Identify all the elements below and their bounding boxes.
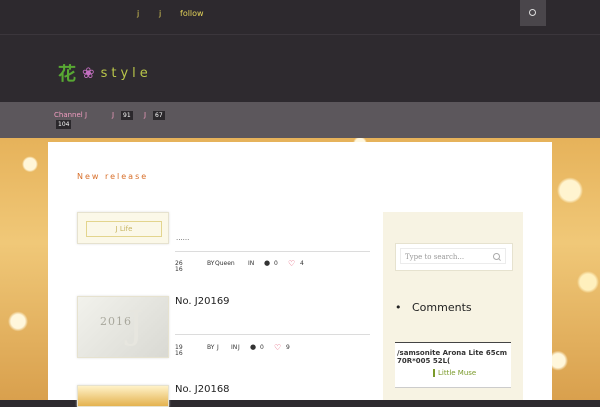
comment-icon: ● (250, 343, 257, 351)
post-category[interactable]: J (238, 344, 240, 351)
comment-icon: ● (264, 259, 271, 267)
thumbnail-label: J Life (86, 221, 162, 237)
comment-author[interactable]: Little Muse (433, 369, 476, 377)
section-title: New release (77, 172, 149, 181)
post-title[interactable]: No. J20168 (175, 384, 230, 395)
top-link-2[interactable]: j (159, 9, 161, 18)
in-label: IN (248, 260, 255, 267)
site-logo[interactable]: 花 ❀ style (58, 60, 152, 86)
nav-item-j-1[interactable]: J (112, 111, 114, 119)
heart-icon[interactable]: ♡ (274, 343, 281, 352)
logo-kanji: 花 (58, 64, 76, 85)
post-thumbnail[interactable] (77, 385, 169, 407)
post-author[interactable]: Queen (215, 260, 235, 267)
nav-badge-3: 104 (56, 120, 72, 129)
search-input[interactable]: Type to search... (400, 248, 506, 264)
comments-heading: • Comments (395, 301, 472, 314)
post-date-year: 16 (175, 350, 183, 357)
heart-icon[interactable]: ♡ (288, 259, 295, 268)
search-icon[interactable] (493, 253, 500, 260)
thumbnail-year: 2016 (100, 315, 132, 328)
follow-link[interactable]: follow (180, 9, 204, 18)
post-title[interactable]: ...... (176, 234, 189, 242)
search-widget: Type to search... (395, 243, 513, 271)
like-count: 4 (300, 260, 304, 267)
comment-text[interactable]: /samsonite Arona Lite 65cm 70R*005 52L( (397, 349, 509, 365)
top-bar: j j follow (0, 0, 600, 35)
nav-badge-2: 67 (153, 111, 165, 120)
search-toggle-button[interactable] (520, 0, 546, 26)
post-thumbnail[interactable]: J 2016 (77, 296, 169, 358)
nav-badge-1: 91 (121, 111, 133, 120)
nav-item-j-2[interactable]: J (144, 111, 146, 119)
search-icon (529, 9, 536, 16)
nav-item-channel-j[interactable]: Channel J (54, 111, 87, 119)
comment-count[interactable]: 0 (274, 260, 278, 267)
by-label: BY (207, 344, 215, 351)
post-thumbnail[interactable]: J Life (77, 212, 169, 244)
post-author[interactable]: J (217, 344, 219, 351)
comment-count[interactable]: 0 (260, 344, 264, 351)
like-count: 9 (286, 344, 290, 351)
logo-text: style (100, 65, 152, 81)
in-label: IN (231, 344, 238, 351)
divider (175, 251, 370, 252)
comments-title: Comments (411, 301, 472, 314)
flower-icon: ❀ (82, 64, 95, 82)
post-date-year: 16 (175, 266, 183, 273)
post-title[interactable]: No. J20169 (175, 296, 230, 307)
top-link-1[interactable]: j (137, 9, 139, 18)
divider (175, 334, 370, 335)
by-label: BY (207, 260, 215, 267)
nav-bar (0, 102, 600, 138)
comment-widget: /samsonite Arona Lite 65cm 70R*005 52L( … (395, 342, 511, 388)
